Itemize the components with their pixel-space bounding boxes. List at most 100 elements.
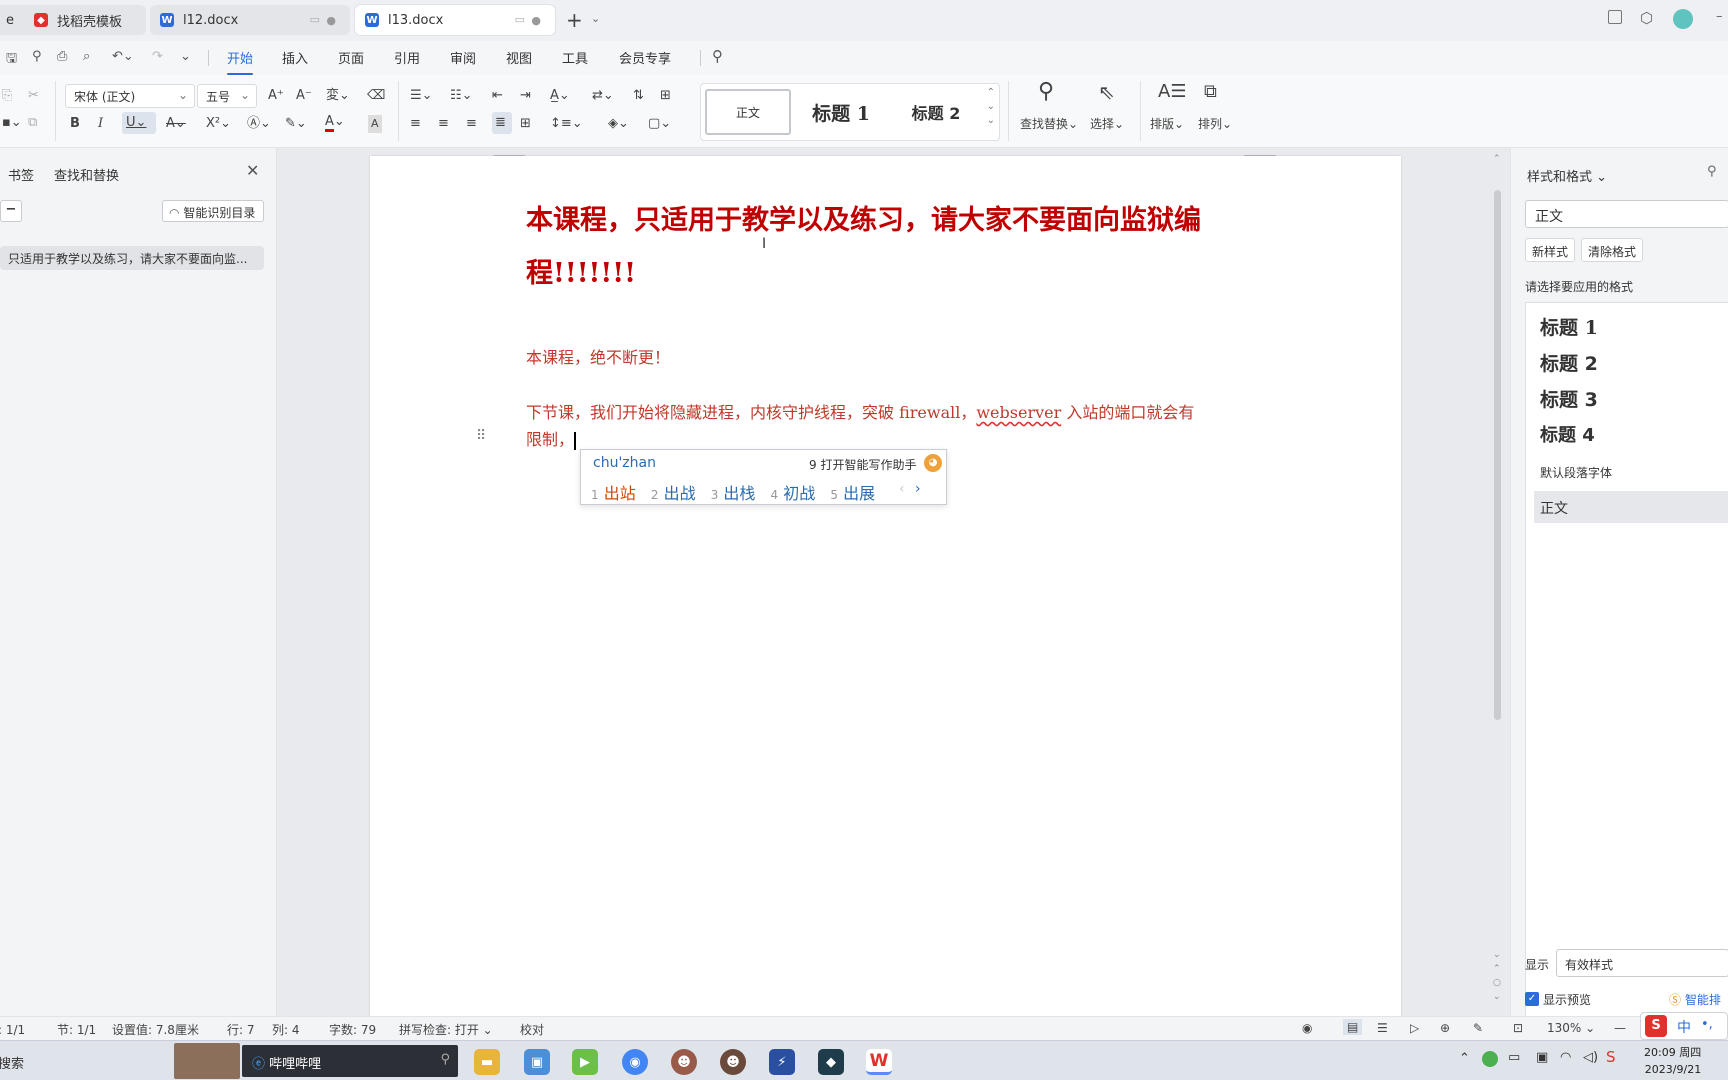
arrange-button[interactable]: 排列⌄ (1198, 115, 1232, 133)
web-view-icon[interactable]: ⊕ (1440, 1021, 1450, 1035)
chrome-icon[interactable]: ◉ (622, 1049, 648, 1075)
font-size-select[interactable]: 五号 ⌄ (197, 84, 257, 108)
wps-icon[interactable]: W (866, 1049, 892, 1075)
bold-icon[interactable]: B (70, 115, 80, 133)
ime-next-icon[interactable]: › (915, 481, 921, 497)
shrink-font-icon[interactable]: A⁻ (296, 87, 312, 105)
find-icon[interactable]: ⚲ (1038, 81, 1054, 103)
smart-toc-button[interactable]: ◠ 智能识别目录 (162, 200, 264, 222)
cube-icon[interactable]: ⬡ (1640, 9, 1653, 27)
arrange-icon[interactable]: ⧉ (1204, 83, 1217, 101)
style-item-heading4[interactable]: 标题 4 (1540, 421, 1595, 447)
paragraph-3[interactable]: 限制， (526, 426, 577, 450)
sidebar-toggle-icon[interactable] (1608, 10, 1622, 24)
chevron-down-icon[interactable]: ⌄ (591, 12, 600, 25)
gallery-scroll-icon[interactable]: ⌃ ⌄ ⌄ (987, 86, 995, 128)
ime-candidate[interactable]: 4 初战 (771, 484, 816, 503)
style-item-heading1[interactable]: 标题 1 (1540, 313, 1598, 340)
tray-app-icon[interactable] (1482, 1051, 1498, 1067)
status-words[interactable]: 字数: 79 (329, 1021, 376, 1038)
page-view-icon[interactable]: ▤ (1343, 1019, 1363, 1035)
menu-review[interactable]: 审阅 (450, 48, 476, 67)
az-sort-icon[interactable]: ⇅ (633, 87, 644, 105)
ime-candidate[interactable]: 5 出展 (830, 484, 875, 503)
layout-button[interactable]: 排版⌄ (1150, 115, 1184, 133)
tab-l13[interactable]: W l13.docx ▭ ● (355, 5, 555, 35)
layout-icon[interactable]: A☰ (1158, 83, 1186, 101)
select-button[interactable]: 选择⌄ (1090, 115, 1124, 133)
text-effect-icon[interactable]: Ⓐ⌄ (247, 115, 271, 133)
media-player-icon[interactable]: ▶ (572, 1049, 598, 1075)
status-row[interactable]: 行: 7 (227, 1021, 255, 1038)
editor-app-icon[interactable]: ◆ (818, 1049, 844, 1075)
style-normal[interactable]: 正文 (705, 89, 791, 135)
shading-icon[interactable]: ◈⌄ (608, 115, 629, 133)
show-select[interactable]: 有效样式 (1556, 949, 1728, 977)
preview-checkbox[interactable]: ✓ (1525, 992, 1539, 1006)
more-chevron-icon[interactable]: ⌄ (180, 49, 191, 64)
status-page[interactable]: 页: 1/1 (0, 1021, 25, 1038)
zoom-out-icon[interactable]: — (1614, 1021, 1626, 1035)
collapse-button[interactable]: − (0, 200, 22, 222)
new-tab-icon[interactable]: + (566, 8, 583, 32)
menu-home[interactable]: 开始 (227, 48, 254, 75)
phonetic-icon[interactable]: 変⌄ (326, 87, 350, 105)
menu-tools[interactable]: 工具 (562, 48, 588, 67)
status-section[interactable]: 节: 1/1 (57, 1021, 96, 1038)
bullet-list-icon[interactable]: ☰⌄ (410, 87, 433, 105)
table-grid-icon[interactable]: ⊞ (660, 87, 671, 105)
search-box[interactable]: 搜索 (0, 1053, 24, 1072)
char-shading-icon[interactable]: A (368, 115, 382, 133)
align-right-icon[interactable]: ≡ (466, 115, 477, 133)
cut-icon[interactable]: ✂ (28, 87, 39, 105)
find-replace-button[interactable]: 查找替换⌄ (1020, 115, 1078, 133)
highlight-icon[interactable]: ✎⌄ (285, 115, 307, 133)
ime-candidate[interactable]: 3 出栈 (711, 484, 756, 503)
style-item-default-font[interactable]: 默认段落字体 (1540, 464, 1612, 481)
scroll-page-icon[interactable]: ⌄ ⌃ ○ ⌄ (1493, 948, 1501, 1004)
tab-l12[interactable]: W l12.docx ▭ ● (150, 5, 350, 35)
document-title[interactable]: 本课程，只适用于教学以及练习，请大家不要面向监狱编程!!!!!!! (526, 194, 1246, 300)
app-avatar-icon[interactable]: ☻ (671, 1049, 697, 1075)
fit-icon[interactable]: ⊡ (1513, 1021, 1523, 1035)
clear-format-button[interactable]: 清除格式 (1581, 238, 1644, 262)
redo-icon[interactable]: ↷ (152, 49, 163, 64)
search-icon[interactable]: ⚲ (712, 47, 723, 65)
italic-icon[interactable]: I (98, 115, 103, 133)
ime-candidate[interactable]: 1 出站 (591, 484, 636, 503)
pen-icon[interactable]: ✎ (1473, 1021, 1483, 1035)
style-heading1[interactable]: 标题 1 (795, 89, 887, 135)
font-name-select[interactable]: 宋体 (正文) ⌄ (65, 84, 195, 108)
format-painter-icon[interactable]: ⎘ (2, 87, 12, 105)
toc-item[interactable]: 只适用于教学以及练习，请大家不要面向监... (0, 246, 264, 270)
ime-mascot-icon[interactable]: ◕ (924, 454, 942, 472)
tab-find-replace[interactable]: 查找和替换 (54, 165, 119, 184)
tab-bookmark[interactable]: 书签 (8, 165, 34, 184)
close-dot-icon[interactable]: ● (326, 14, 336, 27)
ime-mode-indicator[interactable]: 中 (1677, 1017, 1691, 1037)
menu-reference[interactable]: 引用 (394, 48, 420, 67)
menu-member[interactable]: 会员专享 (619, 48, 671, 67)
misspelled-word[interactable]: webserver (976, 403, 1061, 422)
justify-icon[interactable]: ≣ (492, 112, 512, 134)
minimize-icon[interactable]: – (1716, 9, 1723, 24)
copy-icon[interactable]: ⧉ (28, 114, 37, 132)
text-direction-icon[interactable]: A̲⌄ (550, 87, 570, 105)
status-spell[interactable]: 拼写检查: 打开 ⌄ (399, 1021, 493, 1038)
menu-page[interactable]: 页面 (338, 48, 364, 67)
play-icon[interactable]: ▷ (1410, 1021, 1419, 1035)
clock[interactable]: 20:09 周四 2023/9/21 (1644, 1044, 1701, 1078)
sogou-logo-icon[interactable]: S (1645, 1015, 1667, 1037)
sort-icon[interactable]: ⇄⌄ (592, 87, 614, 105)
underline-icon[interactable]: U⌄ (122, 112, 156, 134)
increase-indent-icon[interactable]: ⇥ (520, 87, 531, 105)
save-icon[interactable]: 🖫 (6, 49, 17, 71)
font-color-icon[interactable]: A⌄ (325, 113, 345, 132)
status-setting[interactable]: 设置值: 7.8厘米 (112, 1021, 199, 1038)
decrease-indent-icon[interactable]: ⇤ (492, 87, 503, 105)
new-style-button[interactable]: 新样式 (1525, 238, 1576, 262)
ime-punct-icon[interactable]: •, (1701, 1017, 1713, 1032)
distribute-icon[interactable]: ⊞ (520, 115, 531, 133)
wifi-icon[interactable]: ◠ (1560, 1050, 1571, 1065)
close-icon[interactable]: ✕ (246, 161, 259, 180)
